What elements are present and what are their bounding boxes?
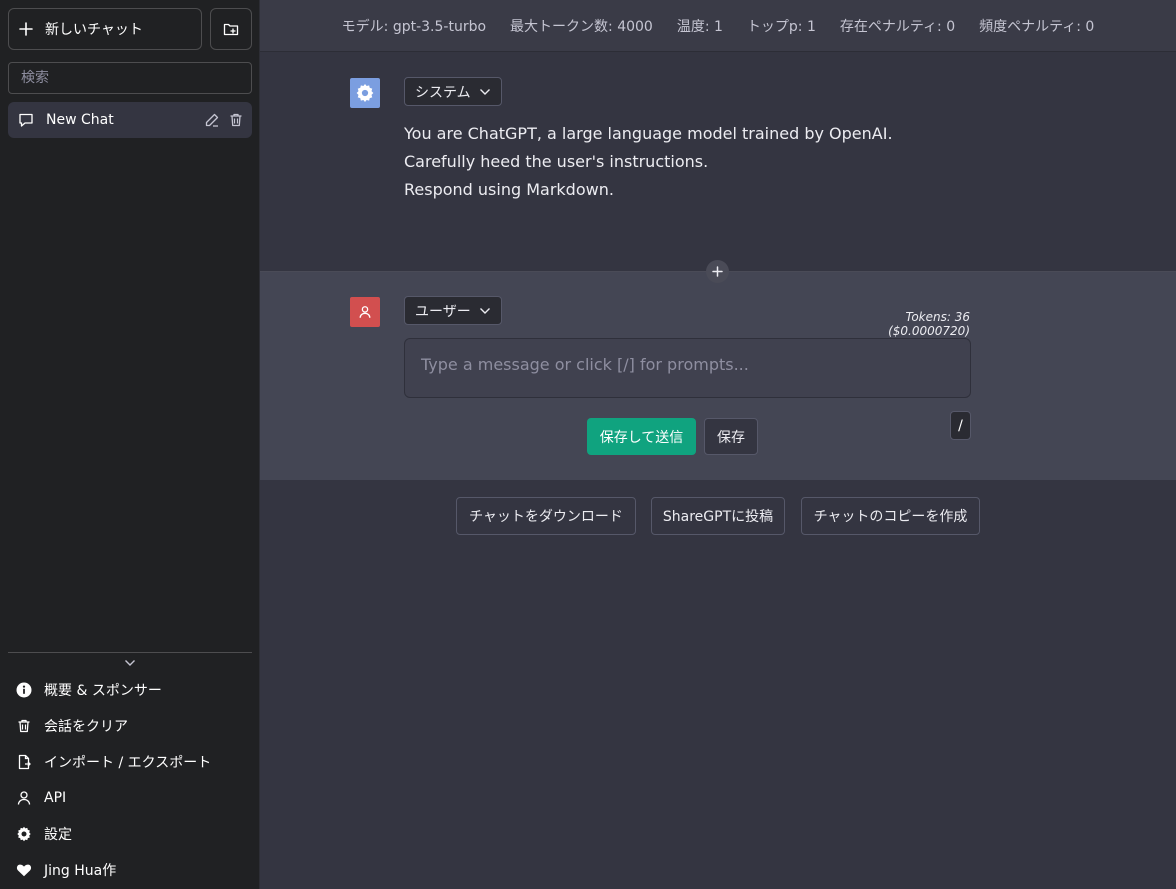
folder-plus-icon — [223, 23, 239, 36]
plus-icon — [19, 22, 33, 36]
heart-icon — [16, 864, 32, 877]
new-folder-button[interactable] — [210, 8, 252, 50]
frequency-penalty-info: 頻度ペナルティ: 0 — [979, 18, 1095, 35]
model-config-bar[interactable]: モデル: gpt-3.5-turbo 最大トークン数: 4000 温度: 1 ト… — [260, 0, 1176, 52]
model-info: モデル: gpt-3.5-turbo — [341, 18, 487, 35]
add-message-button[interactable] — [706, 260, 729, 283]
sidebar-divider — [8, 652, 252, 653]
chevron-down-icon — [479, 88, 490, 95]
collapse-chevron-icon[interactable] — [122, 656, 138, 670]
menu-item-clear[interactable]: 会話をクリア — [8, 708, 252, 744]
prompt-library-button[interactable]: / — [950, 411, 971, 440]
menu-item-api[interactable]: API — [8, 780, 252, 816]
token-count: Tokens: 36 ($0.0000720) — [888, 310, 970, 338]
delete-icon[interactable] — [228, 112, 244, 128]
gear-icon — [356, 84, 374, 102]
menu-item-credit[interactable]: Jing Hua作 — [8, 852, 252, 888]
person-icon — [17, 791, 31, 805]
new-chat-label: 新しいチャット — [45, 22, 143, 38]
save-button[interactable]: 保存 — [704, 418, 758, 455]
role-select-label: システム — [415, 84, 471, 101]
sidebar-menu: 概要 & スポンサー 会話をクリア インポート / エクスポート API 設定 … — [8, 672, 252, 888]
edit-icon[interactable] — [204, 112, 220, 128]
system-text-line: You are ChatGPT, a large language model … — [404, 124, 893, 143]
trash-icon — [18, 719, 30, 733]
download-chat-button[interactable]: チャットをダウンロード — [456, 497, 636, 535]
presence-penalty-info: 存在ペナルティ: 0 — [839, 18, 956, 35]
system-text-line: Carefully heed the user's instructions. — [404, 152, 709, 171]
menu-item-label: 概要 & スポンサー — [44, 683, 162, 699]
menu-item-label: インポート / エクスポート — [44, 755, 212, 771]
user-avatar — [350, 297, 380, 327]
save-and-send-button[interactable]: 保存して送信 — [587, 418, 696, 455]
role-select-label: ユーザー — [415, 303, 471, 320]
menu-item-label: 会話をクリア — [44, 719, 128, 735]
person-icon — [359, 306, 371, 318]
chat-bubble-icon — [19, 113, 33, 127]
menu-item-settings[interactable]: 設定 — [8, 816, 252, 852]
menu-item-label: 設定 — [44, 827, 72, 843]
user-role-select[interactable]: ユーザー — [404, 296, 502, 325]
system-text-line: Respond using Markdown. — [404, 180, 614, 199]
system-message: システム You are ChatGPT, a large language m… — [260, 52, 1176, 272]
system-message-text[interactable]: You are ChatGPT, a large language model … — [404, 120, 964, 204]
temperature-info: 温度: 1 — [676, 18, 723, 35]
menu-item-label: Jing Hua作 — [44, 863, 117, 879]
info-icon — [16, 682, 32, 698]
user-message: ユーザー Tokens: 36 ($0.0000720) / 保存して送信 保存 — [260, 272, 1176, 480]
system-role-select[interactable]: システム — [404, 77, 502, 106]
share-gpt-button[interactable]: ShareGPTに投稿 — [651, 497, 785, 535]
menu-item-label: API — [44, 790, 67, 806]
search-input[interactable] — [8, 62, 252, 94]
message-input[interactable] — [404, 338, 971, 398]
sidebar: 新しいチャット New Chat — [0, 0, 260, 889]
chat-list-item[interactable]: New Chat — [8, 102, 252, 138]
clone-chat-button[interactable]: チャットのコピーを作成 — [801, 497, 980, 535]
chat-title: New Chat — [46, 112, 114, 128]
file-export-icon — [18, 754, 31, 770]
chevron-down-icon — [479, 307, 490, 314]
new-chat-button[interactable]: 新しいチャット — [8, 8, 202, 50]
top-p-info: トップp: 1 — [746, 18, 816, 35]
menu-item-about[interactable]: 概要 & スポンサー — [8, 672, 252, 708]
menu-item-import-export[interactable]: インポート / エクスポート — [8, 744, 252, 780]
system-avatar — [350, 78, 380, 108]
gear-icon — [17, 826, 31, 842]
plus-icon — [712, 266, 723, 277]
max-tokens-info: 最大トークン数: 4000 — [510, 18, 653, 35]
